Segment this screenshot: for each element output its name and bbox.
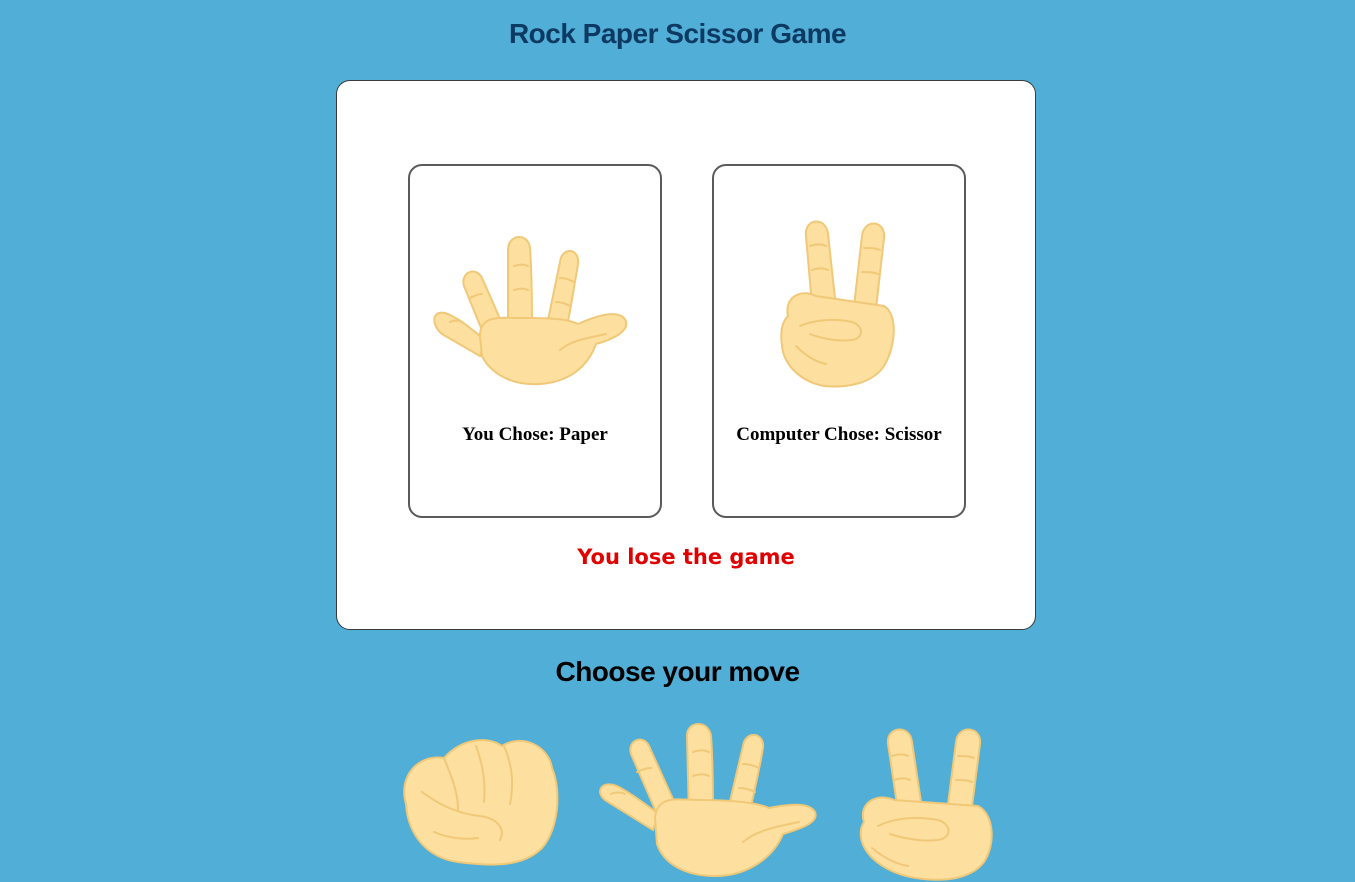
- rock-hand-icon: [403, 739, 559, 866]
- player-choice-label: You Chose: Paper: [462, 424, 608, 445]
- choose-move-heading: Choose your move: [555, 656, 800, 687]
- paper-hand-icon: [410, 206, 660, 396]
- scissor-move-button[interactable]: [850, 722, 1000, 882]
- paper-hand-icon: [599, 723, 817, 878]
- computer-choice-card: Computer Chose: Scissor: [712, 164, 966, 518]
- result-board: You Chose: Paper Computer Chose: Scissor…: [336, 80, 1036, 630]
- scissor-hand-icon: [859, 728, 993, 881]
- game-title: Rock Paper Scissor Game: [508, 18, 847, 49]
- player-choice-card: You Chose: Paper: [408, 164, 662, 518]
- paper-move-button[interactable]: [595, 722, 820, 882]
- game-result-message: You lose the game: [577, 545, 795, 569]
- computer-choice-label: Computer Chose: Scissor: [736, 424, 942, 445]
- scissor-hand-icon: [714, 206, 964, 396]
- rock-move-button[interactable]: [392, 732, 562, 882]
